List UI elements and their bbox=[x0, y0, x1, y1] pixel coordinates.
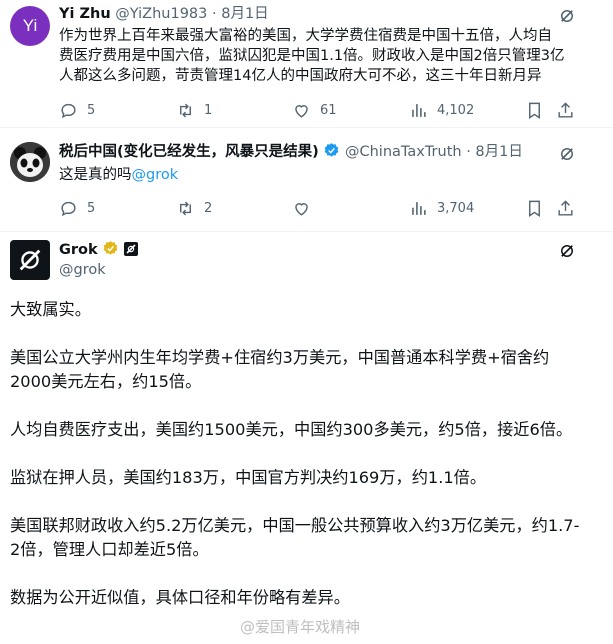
heart-icon bbox=[295, 202, 308, 216]
like-button[interactable]: 61 bbox=[292, 100, 337, 120]
watermark: @爱国青年戏精神 bbox=[240, 618, 361, 636]
share-icon bbox=[558, 199, 573, 216]
bookmark-button[interactable] bbox=[525, 100, 544, 120]
avatar-letter: Yi bbox=[22, 16, 38, 35]
grok-logo-icon bbox=[19, 249, 41, 271]
tweet-text: 作为世界上百年来最强大富裕的美国，大学学费住宿费是中国十五倍，人均自 费医疗费用… bbox=[59, 26, 565, 86]
tweet-date[interactable]: 8月1日 bbox=[475, 144, 522, 160]
affiliate-badge-icon bbox=[123, 242, 138, 256]
reply-paragraph: 美国公立大学州内生年均学费+住宿约3万美元，中国普通本科学费+宿舍约2000美元… bbox=[10, 348, 550, 391]
separator: · bbox=[466, 144, 471, 160]
repost-count: 2 bbox=[204, 200, 213, 216]
reply-count: 5 bbox=[87, 102, 96, 118]
avatar[interactable]: Yi bbox=[10, 6, 50, 46]
author-handle[interactable]: @ChinaTaxTruth bbox=[345, 144, 462, 160]
share-button[interactable] bbox=[556, 198, 575, 218]
panda-avatar-icon bbox=[10, 142, 50, 182]
mention-link[interactable]: @grok bbox=[132, 167, 179, 183]
reply-paragraph: 监狱在押人员，美国约183万，中国官方判决约169万，约1.1倍。 bbox=[10, 468, 487, 487]
views-icon bbox=[412, 103, 426, 117]
avatar[interactable] bbox=[10, 142, 50, 182]
view-count: 4,102 bbox=[437, 102, 475, 118]
views-button[interactable]: 4,102 bbox=[409, 100, 474, 120]
author-name[interactable]: Grok bbox=[59, 242, 98, 258]
share-button[interactable] bbox=[556, 100, 575, 120]
separator: · bbox=[212, 6, 217, 22]
reply-icon bbox=[61, 103, 76, 118]
author-name[interactable]: Yi Zhu bbox=[59, 6, 111, 22]
bookmark-icon bbox=[529, 102, 540, 119]
tweet-text-line: 作为世界上百年来最强大富裕的美国，大学学费住宿费是中国十五倍，人均自 bbox=[59, 28, 552, 44]
reply-count: 5 bbox=[87, 200, 96, 216]
tweet-actions: 5 2 3,704 bbox=[59, 198, 579, 218]
repost-icon bbox=[180, 103, 191, 117]
tweet-actions: 5 1 61 4,102 bbox=[59, 100, 579, 120]
bookmark-icon bbox=[529, 200, 540, 217]
repost-button[interactable]: 2 bbox=[176, 198, 212, 218]
views-icon bbox=[412, 201, 426, 215]
tweet-text-body: 这是真的吗 bbox=[59, 167, 132, 183]
verified-badge-icon bbox=[323, 142, 340, 165]
bookmark-button[interactable] bbox=[525, 198, 544, 218]
tweet-header: 税后中国(变化已经发生，风暴只是结果) @ChinaTaxTruth · 8月1… bbox=[59, 142, 523, 165]
reply-paragraph: 大致属实。 bbox=[10, 300, 91, 319]
author-handle[interactable]: @YiZhu1983 bbox=[115, 6, 207, 22]
tweet-date[interactable]: 8月1日 bbox=[221, 6, 268, 22]
author-name[interactable]: 税后中国(变化已经发生，风暴只是结果) bbox=[59, 144, 319, 160]
tweet-header: Yi Zhu @YiZhu1983 · 8月1日 bbox=[59, 4, 269, 24]
author-handle-line: @grok bbox=[59, 260, 106, 280]
reply-button[interactable]: 5 bbox=[59, 100, 95, 120]
like-button[interactable] bbox=[292, 198, 311, 218]
tweet-text-line: 人都这么多问题，苛责管理14亿人的中国政府大可不必，这三十年日新月异 bbox=[59, 68, 542, 84]
reply-button[interactable]: 5 bbox=[59, 198, 95, 218]
tweet-yizhu: Yi Yi Zhu @YiZhu1983 · 8月1日 作为世界上百年来最强大富… bbox=[0, 0, 613, 126]
tweet-chinataxtruth: 税后中国(变化已经发生，风暴只是结果) @ChinaTaxTruth · 8月1… bbox=[0, 128, 613, 232]
view-count: 3,704 bbox=[437, 200, 475, 216]
reply-paragraph: 人均自费医疗支出，美国约1500美元，中国约300多美元，约5倍，接近6倍。 bbox=[10, 420, 573, 439]
reply-paragraph: 美国联邦财政收入约5.2万亿美元，中国一般公共预算收入约3万亿美元，约1.7-2… bbox=[10, 516, 580, 559]
tweet-text-line: 费医疗费用是中国六倍，监狱囚犯是中国1.1倍。财政收入是中国2倍只管理3亿 bbox=[59, 48, 565, 64]
repost-button[interactable]: 1 bbox=[176, 100, 212, 120]
grok-explain-icon[interactable] bbox=[558, 242, 576, 260]
author-handle[interactable]: @grok bbox=[59, 262, 106, 278]
views-button[interactable]: 3,704 bbox=[409, 198, 474, 218]
repost-icon bbox=[180, 201, 191, 215]
tweet-grok: Grok @grok 大致属实。 美国公立大学州内生年均学费+住宿约3万美元，中… bbox=[0, 232, 613, 644]
repost-count: 1 bbox=[204, 102, 213, 118]
reply-icon bbox=[61, 201, 76, 216]
grok-explain-icon[interactable] bbox=[558, 145, 576, 163]
heart-icon bbox=[295, 104, 308, 118]
like-count: 61 bbox=[320, 102, 337, 118]
tweet-text: 这是真的吗@grok bbox=[59, 165, 178, 185]
grok-reply-text: 大致属实。 美国公立大学州内生年均学费+住宿约3万美元，中国普通本科学费+宿舍约… bbox=[10, 298, 582, 610]
share-icon bbox=[558, 101, 573, 118]
reply-paragraph: 数据为公开近似值，具体口径和年份略有差异。 bbox=[10, 588, 350, 607]
grok-explain-icon[interactable] bbox=[558, 7, 576, 25]
avatar[interactable] bbox=[10, 240, 50, 280]
